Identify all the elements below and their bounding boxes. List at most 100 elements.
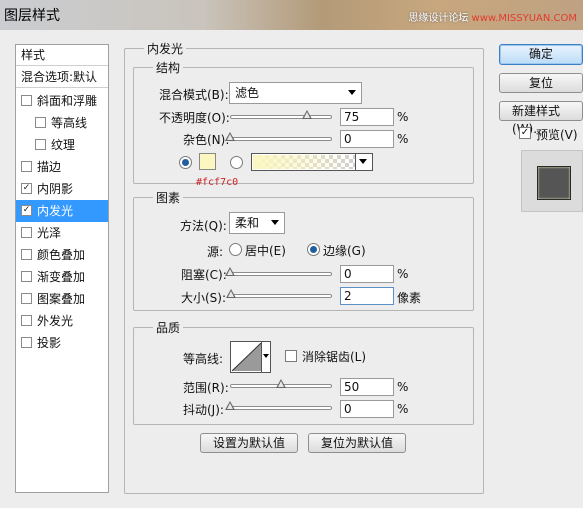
new-style-button[interactable]: 新建样式(W)... (499, 101, 583, 136)
preview-label[interactable]: 预览(V) (536, 126, 578, 143)
styles-list-item[interactable]: 斜面和浮雕 (16, 90, 108, 112)
style-checkbox[interactable]: ✓ (21, 205, 32, 216)
styles-list-item[interactable]: 描边 (16, 156, 108, 178)
style-checkbox[interactable] (21, 315, 32, 326)
styles-list-item[interactable]: ✓ 内发光 (16, 200, 108, 222)
source-edge-radio[interactable] (307, 243, 320, 256)
gradient-radio[interactable] (230, 156, 243, 169)
style-item-label: 纹理 (51, 138, 76, 152)
range-label: 范围(R): (183, 381, 229, 395)
source-center-label[interactable]: 居中(E) (245, 242, 286, 259)
chevron-down-icon (271, 220, 279, 225)
styles-header[interactable]: 样式 (16, 45, 108, 66)
styles-list-item[interactable]: 光泽 (16, 222, 108, 244)
watermark-text: 思缘设计论坛 (408, 13, 469, 24)
blend-mode-select[interactable]: 滤色 (229, 82, 362, 104)
style-checkbox[interactable]: ✓ (21, 183, 32, 194)
style-item-label: 投影 (37, 336, 62, 350)
elements-title: 图素 (153, 189, 184, 206)
range-input[interactable]: 50 (340, 378, 394, 396)
jitter-slider[interactable] (230, 406, 332, 410)
noise-input[interactable]: 0 (340, 130, 394, 148)
style-item-label: 颜色叠加 (37, 248, 86, 262)
blend-mode-value: 滤色 (235, 86, 260, 100)
style-item-label: 渐变叠加 (37, 270, 86, 284)
make-default-button[interactable]: 设置为默认值 (200, 433, 298, 453)
gradient-preview (253, 155, 355, 169)
style-checkbox[interactable] (21, 249, 32, 260)
choke-slider[interactable] (230, 272, 332, 276)
style-checkbox[interactable] (21, 293, 32, 304)
technique-select[interactable]: 柔和 (229, 212, 285, 234)
solid-color-radio[interactable] (179, 156, 192, 169)
gradient-divider (355, 154, 356, 170)
styles-list-item[interactable]: 纹理 (16, 134, 108, 156)
size-slider-thumb[interactable] (226, 289, 237, 298)
source-center-radio[interactable] (229, 243, 242, 256)
opacity-slider-thumb[interactable] (301, 110, 312, 119)
opacity-slider[interactable] (230, 115, 332, 119)
size-slider[interactable] (230, 294, 332, 298)
opacity-input[interactable]: 75 (340, 108, 394, 126)
contour-picker[interactable] (230, 341, 271, 373)
style-item-label: 等高线 (51, 116, 88, 130)
styles-list-item[interactable]: 外发光 (16, 310, 108, 332)
noise-slider-thumb[interactable] (225, 132, 235, 141)
noise-slider[interactable] (230, 137, 332, 141)
size-unit: 像素 (397, 291, 422, 305)
watermark-url: www.MISSYUAN.COM (471, 13, 577, 24)
noise-label: 杂色(N): (183, 133, 230, 147)
jitter-input[interactable]: 0 (340, 400, 394, 418)
preview-checkbox[interactable]: ✓ (519, 127, 531, 139)
style-item-label: 光泽 (37, 226, 62, 240)
anti-alias-checkbox[interactable] (285, 350, 297, 362)
style-checkbox[interactable] (35, 139, 46, 150)
source-edge-label[interactable]: 边缘(G) (323, 242, 366, 259)
contour-label: 等高线: (183, 352, 224, 366)
watermark: 思缘设计论坛 www.MISSYUAN.COM (408, 9, 577, 24)
contour-curve-icon (232, 343, 261, 371)
styles-list-item[interactable]: ✓ 内阴影 (16, 178, 108, 200)
styles-list-item[interactable]: 颜色叠加 (16, 244, 108, 266)
range-slider-thumb[interactable] (276, 379, 286, 388)
style-checkbox[interactable] (21, 161, 32, 172)
opacity-unit: % (397, 110, 409, 124)
styles-list-item[interactable]: 投影 (16, 332, 108, 354)
glow-color-hex: #fcf7c0 (196, 177, 239, 188)
chevron-down-icon (359, 159, 367, 164)
size-input[interactable]: 2 (340, 287, 394, 305)
source-label: 源: (207, 245, 224, 259)
style-checkbox[interactable] (21, 95, 32, 106)
gradient-picker[interactable] (251, 153, 373, 171)
styles-list-item[interactable]: 等高线 (16, 112, 108, 134)
style-item-label: 内发光 (37, 204, 74, 218)
jitter-unit: % (397, 402, 409, 416)
chevron-down-icon (263, 354, 269, 358)
jitter-label: 抖动(J): (183, 403, 224, 417)
style-checkbox[interactable] (35, 117, 46, 128)
glow-color-swatch[interactable] (199, 153, 216, 170)
title-bar: 图层样式 思缘设计论坛 www.MISSYUAN.COM (0, 0, 583, 30)
styles-list: 样式 混合选项:默认 斜面和浮雕等高线纹理描边 ✓ 内阴影 ✓ 内发光光泽颜色叠加渐变叠… (15, 44, 109, 493)
technique-label: 方法(Q): (180, 219, 227, 233)
anti-alias-label[interactable]: 消除锯齿(L) (302, 348, 366, 365)
style-checkbox[interactable] (21, 227, 32, 238)
styles-list-item[interactable]: 渐变叠加 (16, 266, 108, 288)
reset-button[interactable]: 复位 (499, 73, 583, 93)
contour-divider (261, 342, 262, 372)
blend-options-item[interactable]: 混合选项:默认 (16, 67, 108, 88)
styles-list-item[interactable]: 图案叠加 (16, 288, 108, 310)
window-title: 图层样式 (4, 8, 60, 24)
ok-button[interactable]: 确定 (499, 44, 583, 65)
size-label: 大小(S): (181, 291, 227, 305)
reset-default-button[interactable]: 复位为默认值 (308, 433, 406, 453)
choke-slider-thumb[interactable] (225, 267, 235, 276)
style-item-label: 外发光 (37, 314, 74, 328)
style-checkbox[interactable] (21, 271, 32, 282)
jitter-slider-thumb[interactable] (225, 401, 235, 410)
structure-title: 结构 (153, 59, 184, 76)
style-item-label: 内阴影 (37, 182, 74, 196)
choke-input[interactable]: 0 (340, 265, 394, 283)
style-checkbox[interactable] (21, 337, 32, 348)
noise-unit: % (397, 132, 409, 146)
